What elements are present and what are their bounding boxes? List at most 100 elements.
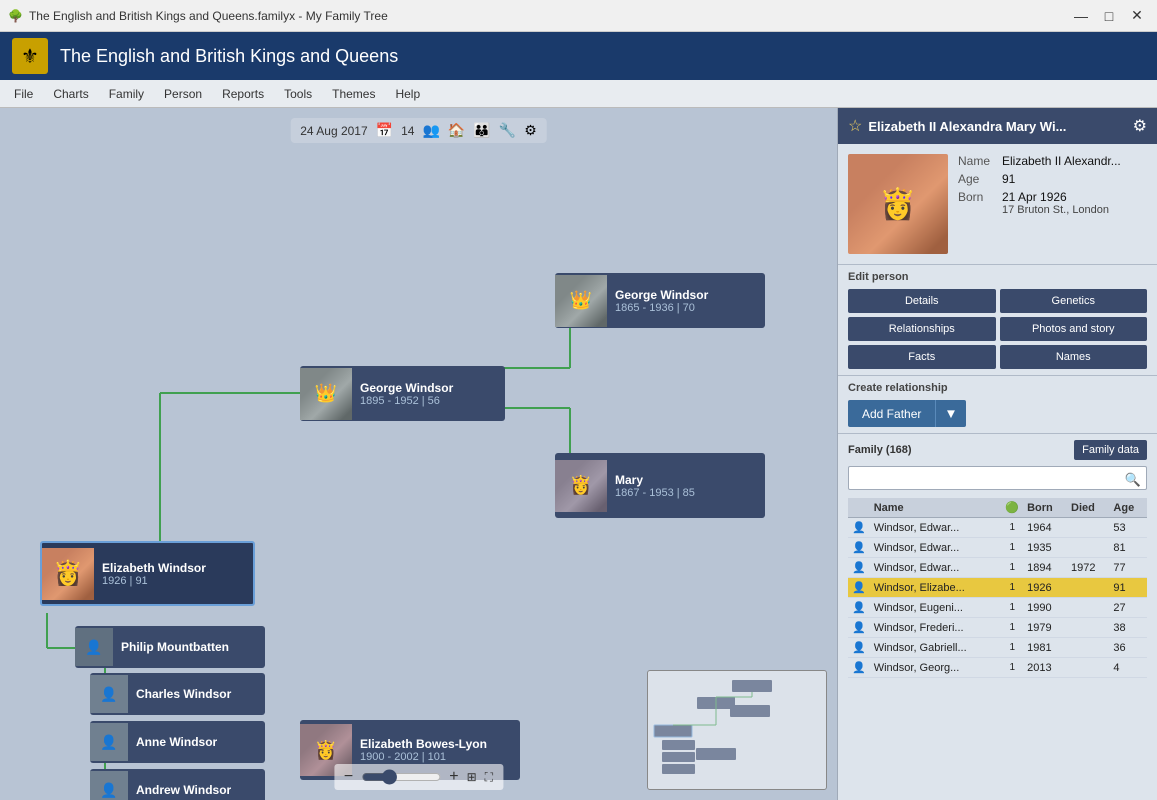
mini-map[interactable] [647, 670, 827, 790]
person-icon-cell: 👤 [848, 578, 870, 598]
toolbar-count: 14 [401, 124, 414, 138]
person-info: Name Elizabeth II Alexandr... Age 91 Bor… [958, 154, 1147, 254]
people-icon[interactable]: 👥 [422, 122, 439, 139]
table-row[interactable]: 👤 Windsor, Elizabe... 1 1926 91 [848, 578, 1147, 598]
age-row: Age 91 [958, 172, 1147, 186]
relationships-button[interactable]: Relationships [848, 317, 996, 341]
philip-node[interactable]: 👤 Philip Mountbatten [75, 626, 265, 668]
details-button[interactable]: Details [848, 289, 996, 313]
george-vi-node[interactable]: 👑 George Windsor 1895 - 1952 | 56 [300, 366, 505, 421]
person-icon-cell: 👤 [848, 518, 870, 538]
menubar: File Charts Family Person Reports Tools … [0, 80, 1157, 108]
menu-reports[interactable]: Reports [212, 83, 274, 105]
names-button[interactable]: Names [1000, 345, 1148, 369]
bowes-lyon-info: Elizabeth Bowes-Lyon 1900 - 2002 | 101 [352, 733, 495, 767]
add-father-group: Add Father ▼ [848, 400, 1147, 427]
george-v-photo: 👑 [555, 275, 607, 327]
tools-icon[interactable]: 🔧 [499, 122, 516, 139]
star-icon[interactable]: ☆ [848, 116, 862, 136]
age-value: 91 [1002, 172, 1015, 186]
table-row[interactable]: 👤 Windsor, Edwar... 1 1894 1972 77 [848, 558, 1147, 578]
mary-node[interactable]: 👸 Mary 1867 - 1953 | 85 [555, 453, 765, 518]
panel-header: ☆ Elizabeth II Alexandra Mary Wi... ⚙ [838, 108, 1157, 144]
table-row[interactable]: 👤 Windsor, Gabriell... 1 1981 36 [848, 638, 1147, 658]
andrew-node[interactable]: 👤 Andrew Windsor [90, 769, 265, 800]
facts-button[interactable]: Facts [848, 345, 996, 369]
table-row[interactable]: 👤 Windsor, Georg... 1 2013 4 [848, 658, 1147, 678]
table-row[interactable]: 👤 Windsor, Edwar... 1 1964 53 [848, 518, 1147, 538]
relationship-section: Create relationship Add Father ▼ [838, 375, 1157, 433]
family-title: Family (168) [848, 444, 912, 456]
add-father-dropdown-button[interactable]: ▼ [935, 400, 965, 427]
genetics-button[interactable]: Genetics [1000, 289, 1148, 313]
menu-themes[interactable]: Themes [322, 83, 385, 105]
add-father-button[interactable]: Add Father [848, 400, 935, 427]
zoom-out-button[interactable]: − [344, 768, 353, 786]
fullscreen-button[interactable]: ⛶ [485, 770, 493, 785]
anne-node[interactable]: 👤 Anne Windsor [90, 721, 265, 763]
family-section: Family (168) Family data 🔍 Name 🟢 Born D… [838, 433, 1157, 800]
mary-name: Mary [615, 473, 695, 487]
photos-button[interactable]: Photos and story [1000, 317, 1148, 341]
settings-icon[interactable]: ⚙ [524, 122, 537, 139]
family-icon[interactable]: 👪 [473, 122, 490, 139]
charles-info: Charles Windsor [128, 683, 239, 705]
tree-area[interactable]: 24 Aug 2017 📅 14 👥 🏠 👪 🔧 ⚙ [0, 108, 837, 800]
philip-photo: 👤 [75, 628, 113, 666]
born-cell: 1990 [1023, 598, 1067, 618]
name-col-header2[interactable]: Name [870, 498, 1002, 518]
died-col-header[interactable]: Died [1067, 498, 1109, 518]
age-col-header[interactable]: Age [1109, 498, 1147, 518]
family-data-button[interactable]: Family data [1074, 440, 1147, 460]
name-label: Name [958, 154, 996, 168]
charles-node[interactable]: 👤 Charles Windsor [90, 673, 265, 715]
born-col-header[interactable]: Born [1023, 498, 1067, 518]
family-table[interactable]: Name 🟢 Born Died Age 👤 Windsor, Edwar...… [848, 498, 1147, 794]
table-row[interactable]: 👤 Windsor, Edwar... 1 1935 81 [848, 538, 1147, 558]
family-search-input[interactable] [848, 466, 1147, 490]
zoom-in-button[interactable]: + [449, 768, 458, 786]
close-button[interactable]: ✕ [1125, 4, 1149, 28]
titlebar-controls: — □ ✕ [1069, 4, 1149, 28]
anne-photo: 👤 [90, 723, 128, 761]
minimize-button[interactable]: — [1069, 4, 1093, 28]
person-icon-cell: 👤 [848, 658, 870, 678]
menu-tools[interactable]: Tools [274, 83, 322, 105]
name-cell: Windsor, Edwar... [870, 538, 1002, 558]
titlebar: 🌳 The English and British Kings and Quee… [0, 0, 1157, 32]
charles-name: Charles Windsor [136, 687, 231, 701]
born-cell: 1964 [1023, 518, 1067, 538]
died-cell [1067, 538, 1109, 558]
died-cell [1067, 518, 1109, 538]
person-summary: 👸 Name Elizabeth II Alexandr... Age 91 B… [838, 144, 1157, 264]
george-v-node[interactable]: 👑 George Windsor 1865 - 1936 | 70 [555, 273, 765, 328]
right-panel: ☆ Elizabeth II Alexandra Mary Wi... ⚙ 👸 … [837, 108, 1157, 800]
indicator-cell: 1 [1001, 638, 1023, 658]
menu-charts[interactable]: Charts [43, 83, 98, 105]
menu-help[interactable]: Help [385, 83, 430, 105]
bowes-lyon-name: Elizabeth Bowes-Lyon [360, 737, 487, 751]
menu-person[interactable]: Person [154, 83, 212, 105]
maximize-button[interactable]: □ [1097, 4, 1121, 28]
table-row[interactable]: 👤 Windsor, Eugeni... 1 1990 27 [848, 598, 1147, 618]
mary-info: Mary 1867 - 1953 | 85 [607, 469, 703, 503]
born-cell: 1981 [1023, 638, 1067, 658]
panel-gear-icon[interactable]: ⚙ [1133, 116, 1147, 136]
name-value: Elizabeth II Alexandr... [1002, 154, 1121, 168]
elizabeth-ii-node[interactable]: 👸 Elizabeth Windsor 1926 | 91 [40, 541, 255, 606]
calendar-icon[interactable]: 📅 [376, 122, 393, 139]
born-row: Born 21 Apr 1926 17 Bruton St., London [958, 190, 1147, 216]
menu-family[interactable]: Family [99, 83, 154, 105]
panel-title: Elizabeth II Alexandra Mary Wi... [868, 119, 1132, 134]
search-icon: 🔍 [1125, 472, 1141, 488]
person-photo: 👸 [848, 154, 948, 254]
fit-view-button[interactable]: ⊞ [467, 770, 477, 784]
elizabeth-ii-photo: 👸 [42, 548, 94, 600]
home-icon[interactable]: 🏠 [448, 122, 465, 139]
philip-name: Philip Mountbatten [121, 640, 229, 654]
age-cell: 77 [1109, 558, 1147, 578]
table-row[interactable]: 👤 Windsor, Frederi... 1 1979 38 [848, 618, 1147, 638]
menu-file[interactable]: File [4, 83, 43, 105]
age-cell: 4 [1109, 658, 1147, 678]
zoom-slider[interactable] [361, 769, 441, 785]
